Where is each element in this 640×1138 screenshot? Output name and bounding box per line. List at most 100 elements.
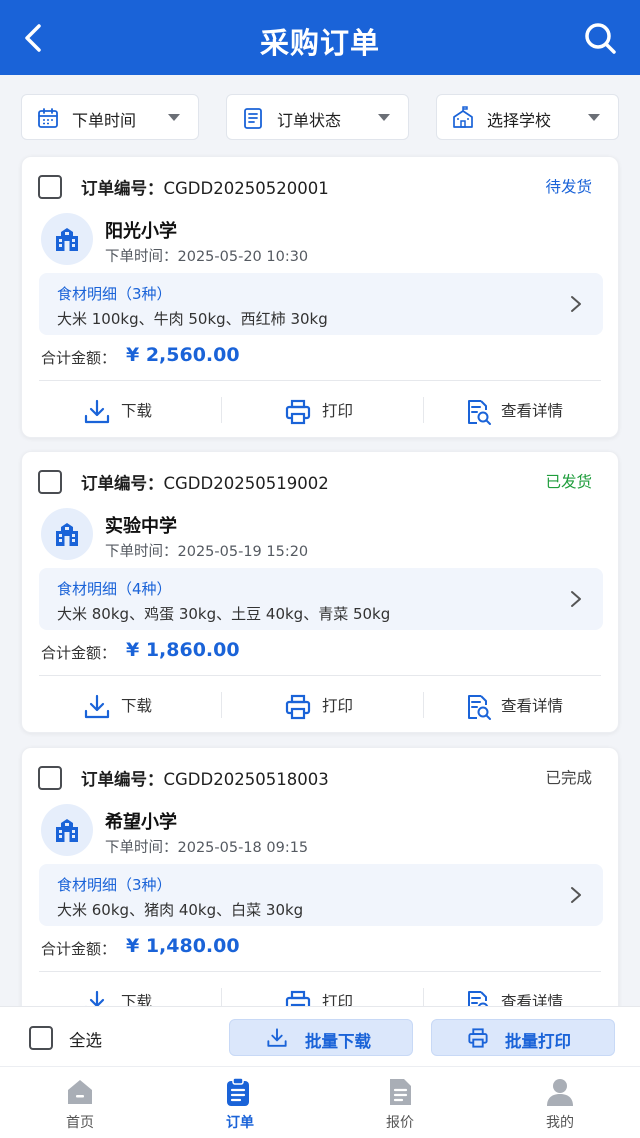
batch-download-label: 批量下载 bbox=[305, 1032, 371, 1051]
school-avatar bbox=[41, 213, 93, 265]
order-card[interactable]: 订单编号：CGDD20250519002 已发货 实验中学 下单时间：2025-… bbox=[21, 451, 619, 733]
ingredient-detail[interactable]: 食材明细（3种） 大米 100kg、牛肉 50kg、西红柿 30kg bbox=[39, 273, 603, 335]
filter-order-time[interactable]: 下单时间 bbox=[21, 94, 199, 140]
download-label: 下载 bbox=[121, 697, 153, 715]
order-number-value: CGDD20250519002 bbox=[163, 474, 329, 493]
order-time: 下单时间：2025-05-18 09:15 bbox=[105, 840, 309, 856]
user-icon bbox=[547, 1079, 573, 1106]
printer-icon bbox=[285, 399, 311, 425]
print-button[interactable]: 打印 bbox=[222, 381, 421, 437]
filter-school[interactable]: 选择学校 bbox=[436, 94, 619, 140]
bottom-tab-bar: 首页 订单 报价 我的 bbox=[0, 1066, 640, 1138]
total-amount: ¥ 2,560.00 bbox=[126, 344, 240, 366]
document-search-icon bbox=[468, 695, 491, 720]
school-name: 阳光小学 bbox=[105, 221, 177, 242]
filter-label: 选择学校 bbox=[487, 111, 552, 130]
chevron-right-icon bbox=[571, 296, 581, 312]
home-icon bbox=[68, 1080, 92, 1104]
tab-label: 订单 bbox=[226, 1115, 254, 1131]
detail-items: 大米 100kg、牛肉 50kg、西红柿 30kg bbox=[57, 310, 328, 328]
order-number: 订单编号：CGDD20250519002 bbox=[81, 470, 329, 494]
order-number: 订单编号：CGDD20250518003 bbox=[81, 766, 329, 790]
calendar-icon bbox=[38, 108, 58, 128]
quote-document-icon bbox=[390, 1079, 411, 1105]
order-number-value: CGDD20250518003 bbox=[163, 770, 329, 789]
printer-icon bbox=[285, 694, 311, 720]
view-details-button[interactable]: 查看详情 bbox=[424, 381, 618, 437]
chevron-right-icon bbox=[571, 591, 581, 607]
detail-items: 大米 60kg、猪肉 40kg、白菜 30kg bbox=[57, 901, 304, 919]
amount-label: 合计金额： bbox=[41, 940, 117, 958]
order-checkbox[interactable] bbox=[38, 175, 62, 199]
download-icon bbox=[84, 694, 110, 719]
detail-title: 食材明细（4种） bbox=[57, 580, 172, 598]
ingredient-detail[interactable]: 食材明细（3种） 大米 60kg、猪肉 40kg、白菜 30kg bbox=[39, 864, 603, 926]
view-details-label: 查看详情 bbox=[501, 697, 564, 715]
order-checkbox[interactable] bbox=[38, 766, 62, 790]
order-number-label: 订单编号： bbox=[81, 474, 164, 493]
chevron-right-icon bbox=[571, 887, 581, 903]
filter-label: 下单时间 bbox=[72, 111, 137, 130]
amount-label: 合计金额： bbox=[41, 644, 117, 662]
document-icon bbox=[244, 108, 262, 129]
app-header: 采购订单 bbox=[0, 0, 640, 75]
school-name: 希望小学 bbox=[105, 812, 177, 833]
status-badge: 已发货 bbox=[545, 473, 592, 491]
filter-label: 订单状态 bbox=[277, 111, 342, 130]
download-button[interactable]: 下载 bbox=[22, 381, 221, 437]
print-label: 打印 bbox=[322, 697, 354, 715]
printer-icon bbox=[468, 1028, 488, 1048]
download-label: 下载 bbox=[121, 402, 153, 420]
search-icon[interactable] bbox=[582, 20, 618, 56]
print-button[interactable]: 打印 bbox=[222, 676, 421, 732]
select-all-checkbox[interactable] bbox=[29, 1026, 53, 1050]
school-building-icon bbox=[56, 523, 78, 546]
school-name: 实验中学 bbox=[105, 516, 177, 537]
download-button[interactable]: 下载 bbox=[22, 676, 221, 732]
total-amount: ¥ 1,480.00 bbox=[126, 935, 240, 957]
download-icon bbox=[267, 1028, 287, 1047]
status-badge: 待发货 bbox=[545, 178, 592, 196]
tab-label: 我的 bbox=[546, 1115, 574, 1131]
order-card[interactable]: 订单编号：CGDD20250518003 已完成 希望小学 下单时间：2025-… bbox=[21, 747, 619, 1029]
order-time: 下单时间：2025-05-20 10:30 bbox=[105, 249, 309, 265]
caret-down-icon bbox=[588, 114, 600, 121]
batch-download-button[interactable]: 批量下载 bbox=[229, 1019, 413, 1056]
total-amount: ¥ 1,860.00 bbox=[126, 639, 240, 661]
view-details-label: 查看详情 bbox=[501, 402, 564, 420]
order-card[interactable]: 订单编号：CGDD20250520001 待发货 阳光小学 下单时间：2025-… bbox=[21, 156, 619, 438]
detail-items: 大米 80kg、鸡蛋 30kg、土豆 40kg、青菜 50kg bbox=[57, 605, 391, 623]
school-icon bbox=[453, 106, 473, 128]
order-number: 订单编号：CGDD20250520001 bbox=[81, 175, 329, 199]
batch-print-button[interactable]: 批量打印 bbox=[431, 1019, 615, 1056]
tab-label: 首页 bbox=[66, 1115, 94, 1131]
download-icon bbox=[84, 399, 110, 424]
school-building-icon bbox=[56, 819, 78, 842]
view-details-button[interactable]: 查看详情 bbox=[424, 676, 618, 732]
order-time: 下单时间：2025-05-19 15:20 bbox=[105, 544, 309, 560]
batch-print-label: 批量打印 bbox=[505, 1032, 571, 1051]
tab-orders[interactable]: 订单 bbox=[160, 1067, 320, 1138]
order-number-label: 订单编号： bbox=[81, 770, 164, 789]
detail-title: 食材明细（3种） bbox=[57, 285, 172, 303]
order-number-label: 订单编号： bbox=[81, 179, 164, 198]
tab-home[interactable]: 首页 bbox=[0, 1067, 160, 1138]
tab-label: 报价 bbox=[386, 1115, 414, 1131]
caret-down-icon bbox=[378, 114, 390, 121]
order-clipboard-icon bbox=[227, 1077, 249, 1106]
tab-quotes[interactable]: 报价 bbox=[320, 1067, 480, 1138]
filter-order-status[interactable]: 订单状态 bbox=[226, 94, 409, 140]
print-label: 打印 bbox=[322, 402, 354, 420]
school-avatar bbox=[41, 508, 93, 560]
school-avatar bbox=[41, 804, 93, 856]
ingredient-detail[interactable]: 食材明细（4种） 大米 80kg、鸡蛋 30kg、土豆 40kg、青菜 50kg bbox=[39, 568, 603, 630]
batch-action-bar: 全选 批量下载 批量打印 bbox=[0, 1006, 640, 1066]
status-badge: 已完成 bbox=[545, 769, 592, 787]
order-checkbox[interactable] bbox=[38, 470, 62, 494]
caret-down-icon bbox=[168, 114, 180, 121]
school-building-icon bbox=[56, 228, 78, 251]
document-search-icon bbox=[468, 400, 491, 425]
select-all-label[interactable]: 全选 bbox=[69, 1027, 102, 1051]
tab-profile[interactable]: 我的 bbox=[480, 1067, 640, 1138]
order-number-value: CGDD20250520001 bbox=[163, 179, 329, 198]
